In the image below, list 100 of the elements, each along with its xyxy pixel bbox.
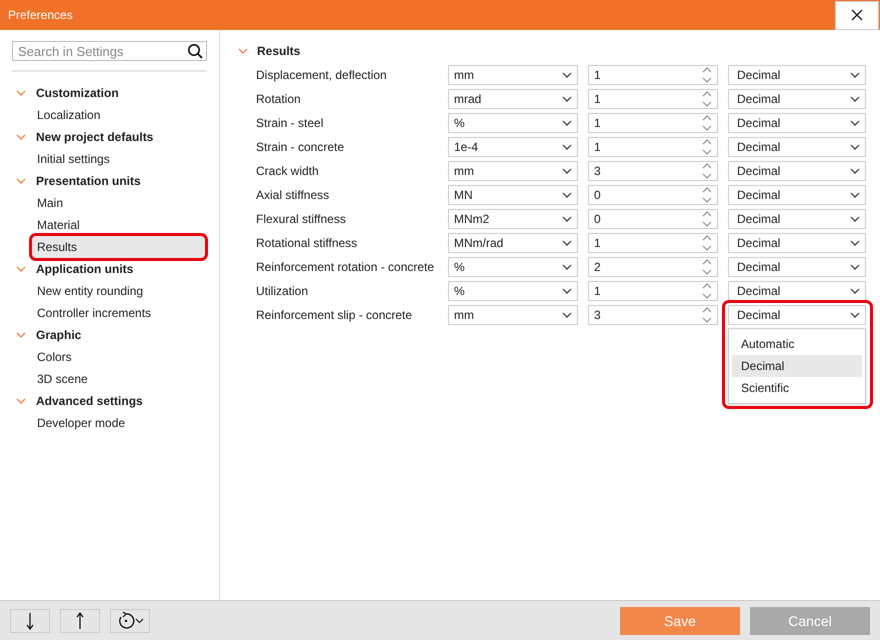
setting-label: Rotational stiffness [256, 236, 358, 250]
format-dropdown[interactable]: Decimal [728, 89, 866, 109]
tree-group[interactable]: Customization [36, 86, 119, 100]
unit-dropdown[interactable]: mm [448, 305, 578, 325]
chevron-down-icon [850, 144, 860, 150]
move-up-button[interactable] [60, 608, 100, 632]
chevron-down-icon [562, 264, 572, 270]
format-dropdown[interactable]: Decimal [728, 305, 866, 325]
tree-group[interactable]: Presentation units [36, 174, 141, 188]
tree-item[interactable]: 3D scene [32, 368, 205, 390]
tree-item[interactable]: New entity rounding [32, 280, 205, 302]
chevron-down-icon [562, 192, 572, 198]
format-dropdown[interactable]: Decimal [728, 185, 866, 205]
precision-spinner[interactable]: 3 [588, 161, 718, 181]
setting-label: Crack width [256, 164, 320, 178]
spinner-arrows-icon [702, 258, 712, 276]
format-dropdown[interactable]: Decimal [728, 65, 866, 85]
chevron-down-icon [562, 144, 572, 150]
tree-item[interactable]: Results [32, 236, 205, 258]
close-icon [851, 9, 863, 21]
move-down-button[interactable] [10, 608, 50, 632]
unit-dropdown[interactable]: MNm2 [448, 209, 578, 229]
format-dropdown[interactable]: Decimal [728, 113, 866, 133]
chevron-down-icon [850, 240, 860, 246]
setting-label: Reinforcement rotation - concrete [256, 260, 436, 274]
tree-item[interactable]: Material [32, 214, 205, 236]
tree-group[interactable]: New project defaults [36, 130, 154, 144]
spinner-arrows-icon [702, 282, 712, 300]
format-dropdown[interactable]: Decimal [728, 137, 866, 157]
chevron-down-icon [850, 264, 860, 270]
unit-dropdown[interactable]: MN [448, 185, 578, 205]
chevron-down-icon [850, 168, 860, 174]
precision-spinner[interactable]: 0 [588, 185, 718, 205]
tree-group[interactable]: Advanced settings [36, 394, 143, 408]
format-dropdown[interactable]: Decimal [728, 209, 866, 229]
chevron-down-icon [850, 216, 860, 222]
precision-spinner[interactable]: 1 [588, 281, 718, 301]
format-dropdown[interactable]: Decimal [728, 257, 866, 277]
format-dropdown[interactable]: Decimal [728, 281, 866, 301]
unit-dropdown[interactable]: mrad [448, 89, 578, 109]
spinner-arrows-icon [702, 162, 712, 180]
tree-group[interactable]: Application units [36, 262, 134, 276]
spinner-arrows-icon [702, 66, 712, 84]
setting-label: Flexural stiffness [256, 212, 347, 226]
unit-dropdown[interactable]: MNm/rad [448, 233, 578, 253]
chevron-down-icon [850, 312, 860, 318]
close-button[interactable] [835, 0, 879, 30]
chevron-down-icon [562, 120, 572, 126]
section-title[interactable]: Results [257, 44, 300, 58]
unit-dropdown[interactable]: % [448, 113, 578, 133]
dropdown-option[interactable]: Decimal [732, 355, 862, 377]
chevron-down-icon [562, 312, 572, 318]
chevron-down-icon [562, 96, 572, 102]
spinner-arrows-icon [702, 114, 712, 132]
unit-dropdown[interactable]: mm [448, 65, 578, 85]
chevron-down-icon [850, 72, 860, 78]
precision-spinner[interactable]: 1 [588, 233, 718, 253]
precision-spinner[interactable]: 1 [588, 137, 718, 157]
chevron-down-icon [562, 216, 572, 222]
chevron-down-icon [850, 288, 860, 294]
tree-item[interactable]: Initial settings [32, 148, 205, 170]
tree-item[interactable]: Developer mode [32, 412, 205, 434]
chevron-down-icon [850, 120, 860, 126]
setting-label: Displacement, deflection [256, 68, 388, 82]
chevron-down-icon [850, 192, 860, 198]
setting-label: Utilization [256, 284, 310, 298]
tree-item[interactable]: Colors [32, 346, 205, 368]
format-dropdown[interactable]: Decimal [728, 233, 866, 253]
spinner-arrows-icon [702, 90, 712, 108]
format-dropdown[interactable]: Decimal [728, 161, 866, 181]
unit-dropdown[interactable]: 1e-4 [448, 137, 578, 157]
spinner-arrows-icon [702, 210, 712, 228]
arrow-up-icon [75, 612, 85, 630]
chevron-down-icon [850, 96, 860, 102]
precision-spinner[interactable]: 0 [588, 209, 718, 229]
precision-spinner[interactable]: 1 [588, 65, 718, 85]
chevron-down-icon [562, 288, 572, 294]
setting-label: Reinforcement slip - concrete [256, 308, 414, 322]
chevron-down-icon [562, 240, 572, 246]
tree-group[interactable]: Graphic [36, 328, 82, 342]
precision-spinner[interactable]: 1 [588, 113, 718, 133]
tree-item[interactable]: Localization [32, 104, 205, 126]
setting-label: Rotation [256, 92, 302, 106]
tree-item[interactable]: Controller increments [32, 302, 205, 324]
tree-item[interactable]: Main [32, 192, 205, 214]
unit-dropdown[interactable]: mm [448, 161, 578, 181]
chevron-down-icon [562, 168, 572, 174]
dropdown-option[interactable]: Automatic [732, 333, 862, 355]
setting-label: Strain - steel [256, 116, 324, 130]
spinner-arrows-icon [702, 138, 712, 156]
search-field[interactable]: Search in Settings [12, 41, 207, 61]
dropdown-option[interactable]: Scientific [732, 377, 862, 399]
setting-label: Strain - concrete [256, 140, 346, 154]
precision-spinner[interactable]: 2 [588, 257, 718, 277]
precision-spinner[interactable]: 3 [588, 305, 718, 325]
unit-dropdown[interactable]: % [448, 257, 578, 277]
unit-dropdown[interactable]: % [448, 281, 578, 301]
reset-button[interactable] [110, 608, 150, 632]
precision-spinner[interactable]: 1 [588, 89, 718, 109]
spinner-arrows-icon [702, 186, 712, 204]
